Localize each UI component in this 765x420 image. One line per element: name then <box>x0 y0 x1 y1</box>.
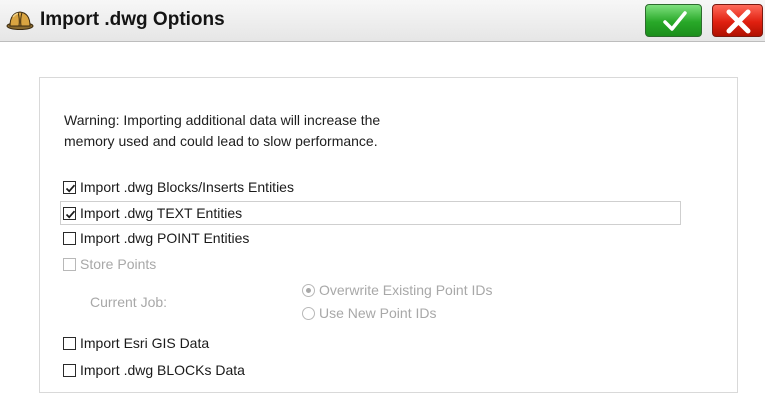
point-entities-checkbox-row[interactable]: Import .dwg POINT Entities <box>60 226 249 250</box>
checkbox-label: Import .dwg BLOCKs Data <box>80 362 245 378</box>
checkbox[interactable] <box>63 336 76 350</box>
checkmark-icon <box>663 11 687 31</box>
radio-label: Use New Point IDs <box>319 305 437 321</box>
checkbox[interactable] <box>63 206 76 220</box>
store-points-checkbox-row: Store Points <box>60 252 156 276</box>
checkbox-label: Import .dwg POINT Entities <box>80 230 250 246</box>
radio-label: Overwrite Existing Point IDs <box>319 282 493 298</box>
title-bar: Import .dwg Options <box>0 0 765 42</box>
check-mark-icon <box>65 210 76 218</box>
checkbox-label: Import .dwg TEXT Entities <box>80 205 243 221</box>
checkbox-label: Import .dwg Blocks/Inserts Entities <box>80 179 294 195</box>
close-x-icon <box>726 9 751 34</box>
radio-button <box>302 283 315 297</box>
checkbox[interactable] <box>63 363 76 377</box>
blocks-inserts-checkbox-row[interactable]: Import .dwg Blocks/Inserts Entities <box>60 175 294 199</box>
use-new-point-ids-radio-row: Use New Point IDs <box>302 302 436 324</box>
warning-text: Warning: Importing additional data will … <box>64 112 381 149</box>
window-title: Import .dwg Options <box>40 9 225 30</box>
current-job-label: Current Job: <box>90 294 168 310</box>
check-mark-icon <box>65 184 76 192</box>
radio-selected-dot <box>306 287 311 293</box>
blocks-data-checkbox-row[interactable]: Import .dwg BLOCKs Data <box>60 358 245 382</box>
checkbox[interactable] <box>63 180 76 194</box>
hard-hat-icon <box>6 6 34 34</box>
esri-gis-checkbox-row[interactable]: Import Esri GIS Data <box>60 331 209 355</box>
checkbox[interactable] <box>63 231 76 245</box>
cancel-button[interactable] <box>712 4 763 37</box>
checkbox <box>63 257 76 271</box>
checkbox-label: Store Points <box>80 256 157 272</box>
checkbox-label: Import Esri GIS Data <box>80 335 210 351</box>
radio-button <box>302 306 315 320</box>
ok-button[interactable] <box>645 4 702 37</box>
text-entities-checkbox-row[interactable]: Import .dwg TEXT Entities <box>60 201 681 225</box>
overwrite-point-ids-radio-row: Overwrite Existing Point IDs <box>302 279 493 301</box>
